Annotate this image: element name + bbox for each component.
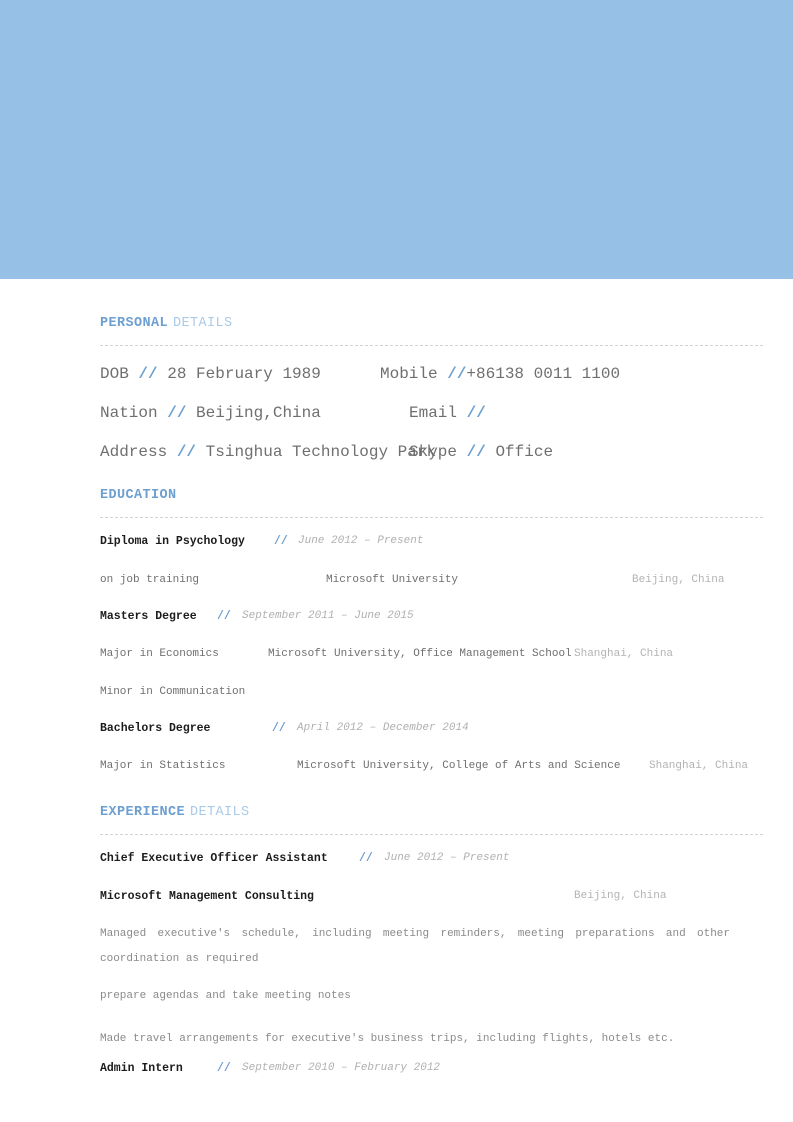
personal-label-nation: Nation	[100, 404, 158, 422]
personal-label-skype: Skype	[409, 443, 458, 461]
education-date-bachelors: April 2012 – December 2014	[297, 722, 469, 734]
slash-icon: //	[274, 535, 288, 548]
education-entry-title: Diploma in Psychology // June 2012 – Pre…	[100, 536, 763, 548]
experience-bullet: prepare agendas and take meeting notes	[100, 984, 730, 1009]
personal-right-mobile: Mobile //+86138 0011 1100	[380, 365, 620, 383]
divider-personal	[100, 345, 763, 346]
education-detail-school: Microsoft University, Office Management …	[268, 648, 572, 660]
section-heading-experience-strong: EXPERIENCE	[100, 805, 186, 820]
slash-icon: //	[466, 404, 486, 422]
experience-bullet-text: prepare agendas and take meeting notes	[100, 990, 351, 1002]
personal-value-mobile: +86138 0011 1100	[466, 365, 621, 383]
education-date-masters: September 2011 – June 2015	[242, 610, 414, 622]
personal-row-dob: DOB // 28 February 1989 Mobile //+86138 …	[100, 365, 763, 383]
slash-icon: //	[466, 443, 486, 461]
experience-bullet: Made travel arrangements for executive's…	[100, 1027, 730, 1052]
education-detail-major: Major in Statistics	[100, 760, 226, 772]
slash-icon: //	[167, 404, 187, 422]
personal-value-nation: Beijing,China	[196, 404, 321, 422]
section-heading-personal-strong: PERSONAL	[100, 316, 169, 331]
divider-experience	[100, 834, 763, 835]
slash-icon: //	[359, 852, 373, 865]
experience-company-name: Microsoft Management Consulting	[100, 890, 314, 903]
experience-company-location: Beijing, China	[574, 890, 667, 902]
slash-icon: //	[272, 722, 286, 735]
education-detail-line: Major in Economics Microsoft University,…	[100, 649, 763, 661]
personal-value-skype: Office	[495, 443, 554, 461]
education-entry-title: Masters Degree // September 2011 – June …	[100, 611, 763, 623]
experience-bullet-text: Made travel arrangements for executive's…	[100, 1033, 675, 1045]
experience-title-ceo-assistant: Chief Executive Officer Assistant	[100, 852, 328, 865]
personal-value-address: Tsinghua Technology Park	[205, 443, 437, 461]
section-heading-experience-light: DETAILS	[190, 805, 250, 820]
experience-company-line: Microsoft Management Consulting Beijing,…	[100, 891, 763, 903]
personal-right-email: Email //	[409, 404, 486, 422]
slash-icon: //	[217, 610, 231, 623]
section-heading-personal: PERSONAL DETAILS	[100, 317, 233, 331]
experience-bullet-text: Managed executive's schedule, including …	[100, 928, 730, 965]
personal-label-mobile: Mobile	[380, 365, 438, 383]
personal-row-address: Address // Tsinghua Technology Park Skyp…	[100, 443, 763, 461]
education-detail-location: Shanghai, China	[574, 648, 674, 660]
personal-right-skype: Skype // Office	[409, 443, 553, 461]
education-title-diploma: Diploma in Psychology	[100, 535, 245, 548]
personal-left-address: Address // Tsinghua Technology Park	[100, 443, 436, 461]
experience-date-admin-intern: September 2010 – February 2012	[242, 1062, 441, 1074]
section-heading-education-strong: EDUCATION	[100, 488, 177, 503]
education-detail-school: Microsoft University	[326, 574, 459, 586]
personal-left-dob: DOB // 28 February 1989	[100, 365, 321, 383]
personal-label-email: Email	[409, 404, 458, 422]
education-detail-location: Beijing, China	[632, 574, 725, 586]
education-title-bachelors: Bachelors Degree	[100, 722, 211, 735]
slash-icon: //	[176, 443, 197, 461]
education-detail-line: on job training Microsoft University Bei…	[100, 575, 763, 587]
section-heading-personal-light: DETAILS	[173, 316, 233, 331]
experience-title-admin-intern: Admin Intern	[100, 1062, 183, 1075]
experience-entry-title: Chief Executive Officer Assistant // Jun…	[100, 853, 763, 865]
experience-entry-title: Admin Intern // September 2010 – Februar…	[100, 1063, 763, 1075]
personal-row-nation: Nation // Beijing,China Email //	[100, 404, 763, 422]
education-detail-line: Major in Statistics Microsoft University…	[100, 761, 763, 773]
education-date-diploma: June 2012 – Present	[298, 535, 424, 547]
personal-label-dob: DOB	[100, 365, 129, 383]
personal-value-dob: 28 February 1989	[167, 365, 321, 383]
experience-date-ceo-assistant: June 2012 – Present	[384, 852, 510, 864]
experience-bullet: Managed executive's schedule, including …	[100, 922, 730, 972]
education-title-masters: Masters Degree	[100, 610, 197, 623]
education-detail-line: Minor in Communication	[100, 687, 763, 699]
slash-icon: //	[138, 365, 158, 383]
education-detail-school: Microsoft University, College of Arts an…	[297, 760, 621, 772]
personal-label-address: Address	[100, 443, 168, 461]
education-detail-location: Shanghai, China	[649, 760, 749, 772]
section-heading-experience: EXPERIENCE DETAILS	[100, 806, 250, 820]
section-heading-education: EDUCATION	[100, 489, 182, 503]
education-detail-major: Major in Economics	[100, 648, 219, 660]
resume-page: PERSONAL DETAILS DOB // 28 February 1989 …	[0, 0, 793, 1122]
slash-icon: //	[217, 1062, 231, 1075]
header-banner	[0, 0, 793, 279]
education-entry-title: Bachelors Degree // April 2012 – Decembe…	[100, 723, 763, 735]
education-detail-minor: Minor in Communication	[100, 686, 246, 698]
slash-icon: //	[447, 365, 467, 383]
divider-education	[100, 517, 763, 518]
personal-left-nation: Nation // Beijing,China	[100, 404, 321, 422]
education-detail-program: on job training	[100, 574, 200, 586]
